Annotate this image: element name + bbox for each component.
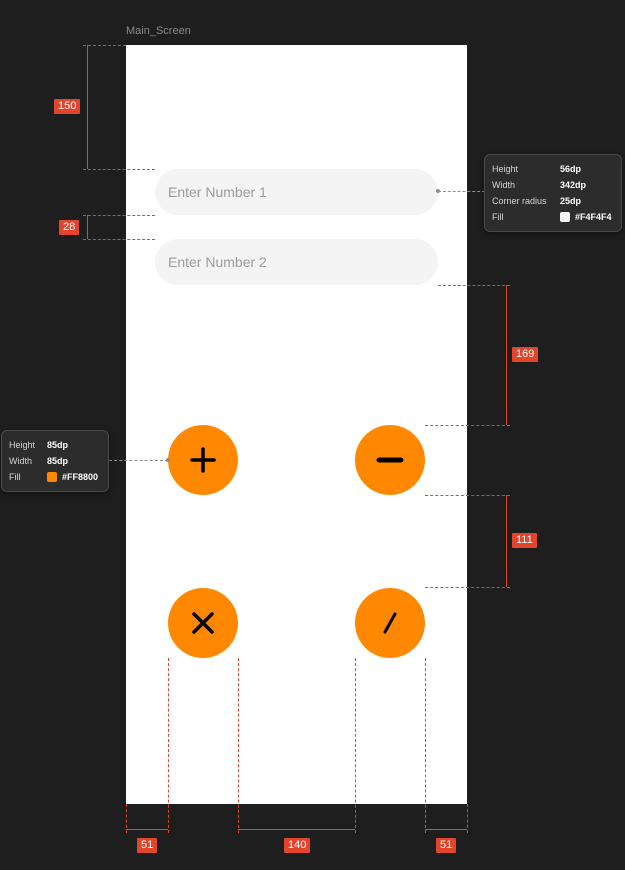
spec-row: Width 342dp (492, 177, 614, 193)
spec-row: Height 85dp (9, 437, 101, 453)
measure-line (506, 285, 507, 425)
measure-line (126, 829, 168, 830)
input-gap-badge: 28 (59, 220, 80, 235)
measure-line (425, 829, 467, 830)
spec-value: 25dp (560, 196, 582, 206)
column-gap-badge: 140 (284, 838, 311, 853)
measure-guide (425, 495, 510, 496)
spec-value: 85dp (47, 440, 69, 450)
button-spec-card: Height 85dp Width 85dp Fill #FF8800 (1, 430, 109, 492)
color-swatch (560, 212, 570, 222)
number-1-placeholder: Enter Number 1 (168, 184, 267, 200)
spec-key: Height (492, 164, 519, 174)
measure-guide (83, 215, 155, 216)
measure-guide (438, 285, 510, 286)
button-spec-leader (109, 460, 168, 461)
spec-key: Width (492, 180, 516, 190)
spec-key: Fill (492, 212, 504, 222)
spec-value: 56dp (560, 164, 582, 174)
subtract-button[interactable] (355, 425, 425, 495)
measure-guide (425, 587, 510, 588)
spec-row: Height 56dp (492, 161, 614, 177)
measure-guide (83, 169, 155, 170)
measure-guide (83, 45, 126, 46)
spec-row: Fill #F4F4F4 (492, 209, 614, 225)
spec-value: #F4F4F4 (560, 212, 612, 222)
spec-row: Fill #FF8800 (9, 469, 101, 485)
divide-icon (383, 612, 397, 634)
row-gap-badge: 111 (512, 533, 537, 548)
multiply-button[interactable] (168, 588, 238, 658)
measure-line (87, 215, 88, 239)
measure-guide (425, 425, 510, 426)
measure-guide (467, 804, 468, 833)
spec-row: Width 85dp (9, 453, 101, 469)
leader-dot (166, 458, 170, 462)
spec-row: Corner radius 25dp (492, 193, 614, 209)
number-2-input[interactable]: Enter Number 2 (155, 239, 438, 285)
color-swatch (47, 472, 57, 482)
fill-hex: #F4F4F4 (575, 212, 612, 222)
number-1-input[interactable]: Enter Number 1 (155, 169, 438, 215)
inputs-to-buttons-badge: 169 (512, 347, 539, 362)
minus-icon (376, 457, 404, 463)
measure-guide (425, 658, 426, 833)
spec-key: Width (9, 456, 33, 466)
input-spec-leader (438, 191, 485, 192)
measure-line (238, 829, 355, 830)
measure-guide (238, 658, 239, 833)
spec-key: Corner radius (492, 196, 547, 206)
add-button[interactable] (168, 425, 238, 495)
left-margin-badge: 51 (137, 838, 158, 853)
spec-key: Fill (9, 472, 21, 482)
fill-hex: #FF8800 (62, 472, 99, 482)
spec-value: #FF8800 (47, 472, 98, 482)
spec-key: Height (9, 440, 36, 450)
spec-value: 85dp (47, 456, 69, 466)
multiply-icon (192, 612, 214, 634)
measure-guide (168, 658, 169, 833)
plus-icon (190, 447, 216, 473)
measure-guide (83, 239, 155, 240)
top-margin-badge: 150 (54, 99, 81, 114)
measure-guide (355, 658, 356, 833)
number-2-placeholder: Enter Number 2 (168, 254, 267, 270)
measure-line (87, 45, 88, 169)
design-canvas: Main_Screen Enter Number 1 Enter Number … (0, 0, 625, 870)
input-spec-card: Height 56dp Width 342dp Corner radius 25… (484, 154, 622, 232)
spec-value: 342dp (560, 180, 587, 190)
leader-dot (436, 189, 440, 193)
measure-line (506, 495, 507, 587)
frame-label: Main_Screen (126, 25, 191, 37)
divide-button[interactable] (355, 588, 425, 658)
right-margin-badge: 51 (436, 838, 457, 853)
